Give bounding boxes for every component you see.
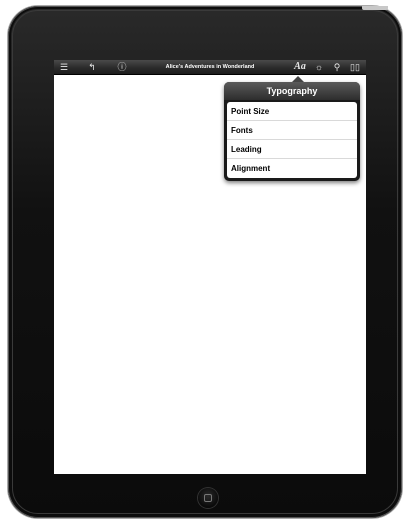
book-title: Alice's Adventures in Wonderland xyxy=(165,64,255,70)
menu-item-point-size[interactable]: Point Size xyxy=(227,102,357,121)
brightness-icon[interactable]: ☼ xyxy=(313,60,325,74)
typography-button[interactable]: Aa xyxy=(292,60,308,74)
info-icon[interactable]: ⓘ xyxy=(116,60,128,74)
home-button[interactable] xyxy=(198,488,218,508)
popover-title: Typography xyxy=(224,82,360,100)
reader-toolbar: ☰ ↰ ⓘ Alice's Adventures in Wonderland A… xyxy=(54,60,366,75)
menu-item-alignment[interactable]: Alignment xyxy=(227,159,357,178)
list-icon[interactable]: ☰ xyxy=(58,60,70,74)
book-icon[interactable]: ▯▯ xyxy=(348,60,362,74)
home-square-icon xyxy=(204,494,212,502)
sleep-button[interactable] xyxy=(362,6,388,10)
typography-menu-list: Point Size Fonts Leading Alignment xyxy=(227,102,357,178)
search-icon[interactable]: ⚲ xyxy=(331,60,343,74)
typography-popover: Typography Point Size Fonts Leading Alig… xyxy=(224,76,360,181)
menu-item-leading[interactable]: Leading xyxy=(227,140,357,159)
back-arrow-icon[interactable]: ↰ xyxy=(86,60,98,74)
menu-item-fonts[interactable]: Fonts xyxy=(227,121,357,140)
